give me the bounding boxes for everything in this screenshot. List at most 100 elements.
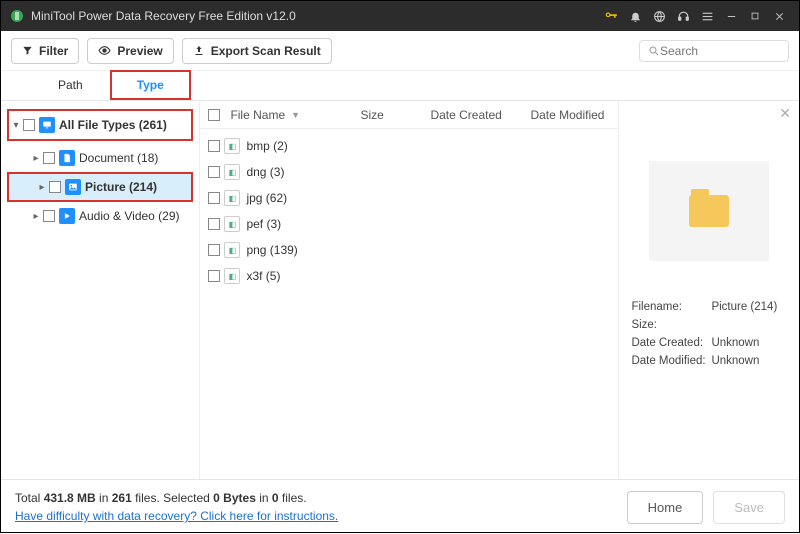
close-preview-icon[interactable]: ✕ — [779, 105, 791, 122]
search-box[interactable] — [639, 40, 789, 62]
file-row[interactable]: ◧ dng (3) — [208, 159, 610, 185]
file-name: png (139) — [246, 243, 297, 257]
meta-size-label: Size: — [631, 319, 711, 331]
preview-thumbnail — [649, 161, 769, 261]
tree-item-picture[interactable]: ▸ Picture (214) — [9, 174, 191, 200]
tree-root-label: All File Types (261) — [59, 118, 167, 132]
footer-status: Total 431.8 MB in 261 files. Selected 0 … — [15, 489, 338, 525]
chevron-down-icon[interactable]: ▾ — [9, 120, 23, 131]
export-label: Export Scan Result — [211, 44, 321, 58]
filetype-icon: ◧ — [224, 242, 240, 258]
checkbox-all[interactable] — [208, 109, 220, 121]
column-header-created[interactable]: Date Created — [430, 108, 530, 122]
filter-button[interactable]: Filter — [11, 38, 79, 64]
sidebar-tree: ▾ All File Types (261) ▸ Document (18) ▸… — [1, 101, 200, 479]
window-title: MiniTool Power Data Recovery Free Editio… — [31, 9, 296, 23]
tab-path[interactable]: Path — [31, 70, 110, 100]
tree-root-all-file-types[interactable]: ▾ All File Types (261) — [9, 112, 191, 138]
save-button[interactable]: Save — [713, 491, 785, 524]
minimize-icon[interactable] — [719, 4, 743, 28]
file-row[interactable]: ◧ png (139) — [208, 237, 610, 263]
footer: Total 431.8 MB in 261 files. Selected 0 … — [1, 479, 799, 534]
total-files: 261 — [112, 491, 132, 505]
file-name: pef (3) — [246, 217, 281, 231]
folder-icon — [689, 195, 729, 227]
tree-item-audio-video[interactable]: ▸ Audio & Video (29) — [1, 203, 199, 229]
preview-pane: ✕ Filename:Picture (214) Size: Date Crea… — [619, 101, 799, 479]
meta-filename-label: Filename: — [631, 301, 711, 313]
chevron-right-icon[interactable]: ▸ — [29, 211, 43, 222]
checkbox[interactable] — [208, 166, 220, 178]
checkbox[interactable] — [208, 140, 220, 152]
tabs-bar: Path Type — [1, 71, 799, 101]
selected-bytes: 0 Bytes — [213, 491, 256, 505]
tab-type[interactable]: Type — [110, 70, 191, 100]
chevron-right-icon[interactable]: ▸ — [35, 182, 49, 193]
eye-icon — [98, 44, 111, 57]
search-icon — [648, 45, 660, 57]
search-input[interactable] — [660, 44, 780, 58]
meta-created-value: Unknown — [711, 337, 759, 349]
file-name: x3f (5) — [246, 269, 280, 283]
checkbox[interactable] — [208, 192, 220, 204]
toolbar: Filter Preview Export Scan Result — [1, 31, 799, 71]
home-button[interactable]: Home — [627, 491, 704, 524]
app-logo-icon — [9, 8, 25, 24]
chevron-right-icon[interactable]: ▸ — [29, 153, 43, 164]
file-row[interactable]: ◧ x3f (5) — [208, 263, 610, 289]
filetype-icon: ◧ — [224, 138, 240, 154]
filetype-icon: ◧ — [224, 216, 240, 232]
tree-item-document[interactable]: ▸ Document (18) — [1, 145, 199, 171]
filetype-icon: ◧ — [224, 268, 240, 284]
maximize-icon[interactable] — [743, 4, 767, 28]
picture-icon — [65, 179, 81, 195]
tree-item-label: Audio & Video (29) — [79, 209, 180, 223]
meta-modified-value: Unknown — [711, 355, 759, 367]
column-header-name[interactable]: File Name▼ — [230, 108, 360, 122]
close-icon[interactable] — [767, 4, 791, 28]
file-list-header: File Name▼ Size Date Created Date Modifi… — [200, 101, 618, 129]
globe-icon[interactable] — [647, 4, 671, 28]
total-size: 431.8 MB — [44, 491, 96, 505]
checkbox[interactable] — [208, 244, 220, 256]
file-name: bmp (2) — [246, 139, 287, 153]
titlebar: MiniTool Power Data Recovery Free Editio… — [1, 1, 799, 31]
file-row[interactable]: ◧jpg (62) — [208, 185, 610, 211]
help-link[interactable]: Have difficulty with data recovery? Clic… — [15, 509, 338, 523]
sort-desc-icon: ▼ — [291, 110, 300, 120]
preview-label: Preview — [117, 44, 162, 58]
checkbox[interactable] — [43, 210, 55, 222]
selected-files: 0 — [272, 491, 279, 505]
preview-button[interactable]: Preview — [87, 38, 173, 64]
menu-icon[interactable] — [695, 4, 719, 28]
document-icon — [59, 150, 75, 166]
column-header-modified[interactable]: Date Modified — [530, 108, 610, 122]
monitor-icon — [39, 117, 55, 133]
file-name: jpg (62) — [246, 191, 287, 205]
bell-icon[interactable] — [623, 4, 647, 28]
checkbox[interactable] — [208, 270, 220, 282]
checkbox[interactable] — [208, 218, 220, 230]
file-row[interactable]: ◧ bmp (2) — [208, 133, 610, 159]
file-row[interactable]: ◧ pef (3) — [208, 211, 610, 237]
column-header-size[interactable]: Size — [360, 108, 430, 122]
key-icon[interactable] — [599, 4, 623, 28]
meta-modified-label: Date Modified: — [631, 355, 711, 367]
filetype-icon: ◧ — [224, 164, 240, 180]
checkbox[interactable] — [23, 119, 35, 131]
filter-label: Filter — [39, 44, 68, 58]
headset-icon[interactable] — [671, 4, 695, 28]
file-name: dng (3) — [246, 165, 284, 179]
meta-created-label: Date Created: — [631, 337, 711, 349]
checkbox[interactable] — [43, 152, 55, 164]
export-icon — [193, 45, 205, 57]
checkbox[interactable] — [49, 181, 61, 193]
play-icon — [59, 208, 75, 224]
tree-item-label: Document (18) — [79, 151, 158, 165]
file-list-body: ◧bmp (2) ◧dng (3) ◧jpg (62) ◧pef (3) ◧pn… — [200, 129, 618, 293]
meta-filename-value: Picture (214) — [711, 301, 777, 313]
main-area: ▾ All File Types (261) ▸ Document (18) ▸… — [1, 101, 799, 479]
filter-icon — [22, 45, 33, 56]
export-button[interactable]: Export Scan Result — [182, 38, 332, 64]
file-list: File Name▼ Size Date Created Date Modifi… — [200, 101, 619, 479]
